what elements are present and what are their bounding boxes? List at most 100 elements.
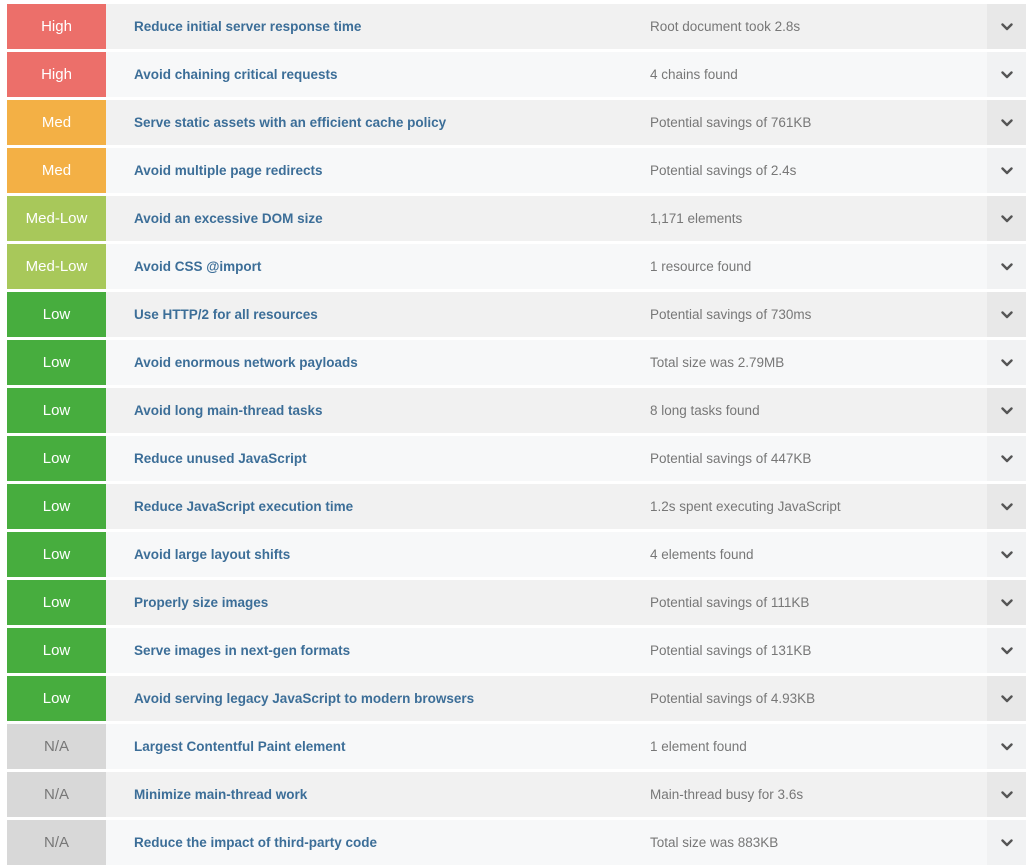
audit-row[interactable]: Low Use HTTP/2 for all resources Potenti… xyxy=(7,292,1026,337)
audit-row[interactable]: Low Avoid enormous network payloads Tota… xyxy=(7,340,1026,385)
audit-detail: 1 resource found xyxy=(650,259,752,274)
audit-main[interactable]: Avoid CSS @import 1 resource found xyxy=(106,244,987,289)
audit-title[interactable]: Reduce the impact of third-party code xyxy=(134,835,377,850)
audit-main[interactable]: Avoid serving legacy JavaScript to moder… xyxy=(106,676,987,721)
audit-title[interactable]: Serve static assets with an efficient ca… xyxy=(134,115,446,130)
audit-main[interactable]: Reduce the impact of third-party code To… xyxy=(106,820,987,865)
audit-detail: Potential savings of 2.4s xyxy=(650,163,797,178)
expand-button[interactable] xyxy=(987,52,1026,97)
audit-main[interactable]: Properly size images Potential savings o… xyxy=(106,580,987,625)
expand-button[interactable] xyxy=(987,436,1026,481)
audit-main[interactable]: Use HTTP/2 for all resources Potential s… xyxy=(106,292,987,337)
chevron-down-icon xyxy=(1000,742,1013,750)
audit-row[interactable]: Low Avoid long main-thread tasks 8 long … xyxy=(7,388,1026,433)
expand-button[interactable] xyxy=(987,244,1026,289)
chevron-down-icon xyxy=(1000,166,1013,174)
expand-button[interactable] xyxy=(987,580,1026,625)
expand-button[interactable] xyxy=(987,628,1026,673)
expand-button[interactable] xyxy=(987,292,1026,337)
expand-button[interactable] xyxy=(987,676,1026,721)
priority-badge: N/A xyxy=(7,820,106,865)
audit-row[interactable]: Low Serve images in next-gen formats Pot… xyxy=(7,628,1026,673)
audit-row[interactable]: Low Avoid serving legacy JavaScript to m… xyxy=(7,676,1026,721)
audit-detail: Potential savings of 730ms xyxy=(650,307,812,322)
priority-badge: N/A xyxy=(7,724,106,769)
audit-title[interactable]: Avoid serving legacy JavaScript to moder… xyxy=(134,691,474,706)
expand-button[interactable] xyxy=(987,148,1026,193)
audit-title[interactable]: Avoid large layout shifts xyxy=(134,547,290,562)
expand-button[interactable] xyxy=(987,820,1026,865)
audit-title[interactable]: Minimize main-thread work xyxy=(134,787,307,802)
audit-row[interactable]: Low Properly size images Potential savin… xyxy=(7,580,1026,625)
priority-badge: Low xyxy=(7,340,106,385)
chevron-down-icon xyxy=(1000,502,1013,510)
audit-detail: 1 element found xyxy=(650,739,747,754)
priority-badge: Med xyxy=(7,100,106,145)
chevron-down-icon xyxy=(1000,694,1013,702)
priority-badge: Low xyxy=(7,484,106,529)
audit-main[interactable]: Serve images in next-gen formats Potenti… xyxy=(106,628,987,673)
audit-main[interactable]: Minimize main-thread work Main-thread bu… xyxy=(106,772,987,817)
expand-button[interactable] xyxy=(987,196,1026,241)
audit-main[interactable]: Serve static assets with an efficient ca… xyxy=(106,100,987,145)
audit-title[interactable]: Reduce unused JavaScript xyxy=(134,451,307,466)
chevron-down-icon xyxy=(1000,118,1013,126)
audit-row[interactable]: Med-Low Avoid an excessive DOM size 1,17… xyxy=(7,196,1026,241)
audit-title[interactable]: Avoid enormous network payloads xyxy=(134,355,358,370)
audit-row[interactable]: Low Avoid large layout shifts 4 elements… xyxy=(7,532,1026,577)
audit-title[interactable]: Avoid chaining critical requests xyxy=(134,67,338,82)
audit-main[interactable]: Largest Contentful Paint element 1 eleme… xyxy=(106,724,987,769)
audit-row[interactable]: High Avoid chaining critical requests 4 … xyxy=(7,52,1026,97)
audit-row[interactable]: Med Avoid multiple page redirects Potent… xyxy=(7,148,1026,193)
audit-row[interactable]: N/A Largest Contentful Paint element 1 e… xyxy=(7,724,1026,769)
audit-main[interactable]: Avoid an excessive DOM size 1,171 elemen… xyxy=(106,196,987,241)
expand-button[interactable] xyxy=(987,388,1026,433)
chevron-down-icon xyxy=(1000,358,1013,366)
audit-row[interactable]: Med Serve static assets with an efficien… xyxy=(7,100,1026,145)
expand-button[interactable] xyxy=(987,4,1026,49)
audit-title[interactable]: Serve images in next-gen formats xyxy=(134,643,350,658)
audit-title[interactable]: Reduce initial server response time xyxy=(134,19,361,34)
audit-main[interactable]: Reduce JavaScript execution time 1.2s sp… xyxy=(106,484,987,529)
audit-row[interactable]: Med-Low Avoid CSS @import 1 resource fou… xyxy=(7,244,1026,289)
audit-main[interactable]: Reduce initial server response time Root… xyxy=(106,4,987,49)
audit-row[interactable]: Low Reduce unused JavaScript Potential s… xyxy=(7,436,1026,481)
audit-title[interactable]: Avoid CSS @import xyxy=(134,259,261,274)
priority-badge: Med xyxy=(7,148,106,193)
audit-title[interactable]: Use HTTP/2 for all resources xyxy=(134,307,318,322)
audit-title[interactable]: Avoid long main-thread tasks xyxy=(134,403,323,418)
priority-badge: High xyxy=(7,4,106,49)
priority-badge: Low xyxy=(7,436,106,481)
audit-detail: Total size was 883KB xyxy=(650,835,779,850)
audit-title[interactable]: Largest Contentful Paint element xyxy=(134,739,346,754)
audit-title[interactable]: Avoid an excessive DOM size xyxy=(134,211,323,226)
audit-title[interactable]: Reduce JavaScript execution time xyxy=(134,499,353,514)
expand-button[interactable] xyxy=(987,724,1026,769)
chevron-down-icon xyxy=(1000,214,1013,222)
priority-badge: Low xyxy=(7,388,106,433)
expand-button[interactable] xyxy=(987,532,1026,577)
audit-title[interactable]: Properly size images xyxy=(134,595,268,610)
audit-row[interactable]: Low Reduce JavaScript execution time 1.2… xyxy=(7,484,1026,529)
audit-main[interactable]: Avoid enormous network payloads Total si… xyxy=(106,340,987,385)
audit-main[interactable]: Reduce unused JavaScript Potential savin… xyxy=(106,436,987,481)
expand-button[interactable] xyxy=(987,340,1026,385)
audit-main[interactable]: Avoid large layout shifts 4 elements fou… xyxy=(106,532,987,577)
priority-badge: N/A xyxy=(7,772,106,817)
audit-row[interactable]: N/A Minimize main-thread work Main-threa… xyxy=(7,772,1026,817)
expand-button[interactable] xyxy=(987,772,1026,817)
audit-main[interactable]: Avoid long main-thread tasks 8 long task… xyxy=(106,388,987,433)
audit-detail: Root document took 2.8s xyxy=(650,19,801,34)
audit-detail: Total size was 2.79MB xyxy=(650,355,785,370)
audit-main[interactable]: Avoid chaining critical requests 4 chain… xyxy=(106,52,987,97)
audit-main[interactable]: Avoid multiple page redirects Potential … xyxy=(106,148,987,193)
audit-detail: Main-thread busy for 3.6s xyxy=(650,787,804,802)
audit-row[interactable]: High Reduce initial server response time… xyxy=(7,4,1026,49)
chevron-down-icon xyxy=(1000,262,1013,270)
audit-title[interactable]: Avoid multiple page redirects xyxy=(134,163,323,178)
chevron-down-icon xyxy=(1000,70,1013,78)
audit-row[interactable]: N/A Reduce the impact of third-party cod… xyxy=(7,820,1026,865)
expand-button[interactable] xyxy=(987,484,1026,529)
expand-button[interactable] xyxy=(987,100,1026,145)
audit-detail: 8 long tasks found xyxy=(650,403,760,418)
